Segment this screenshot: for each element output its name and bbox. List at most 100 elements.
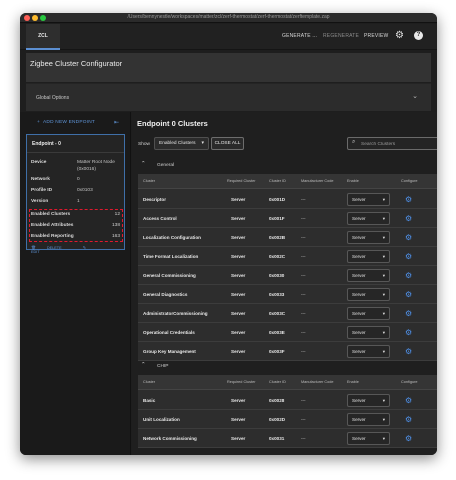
enable-select[interactable]: Server ▾	[347, 231, 390, 244]
chevron-down-icon[interactable]: ⌄	[412, 92, 418, 100]
required-cluster: Server	[231, 349, 246, 354]
enable-select[interactable]: Server ▾	[347, 307, 390, 320]
device-value: Matter Root Node (0x0016)	[77, 160, 115, 172]
enable-select[interactable]: Server ▾	[347, 345, 390, 358]
close-all-button[interactable]: CLOSE ALL	[211, 137, 244, 150]
cluster-name: Group Key Management	[143, 349, 196, 354]
required-cluster: Server	[231, 398, 246, 403]
profile-id-value: 0x0103	[77, 188, 93, 193]
search-input[interactable]	[361, 140, 435, 148]
enable-select[interactable]: Server ▾	[347, 288, 390, 301]
preview-button[interactable]: PREVIEW	[364, 33, 388, 39]
show-filter-select[interactable]: Enabled Clusters ▾	[154, 137, 209, 150]
table-header: Cluster Required Cluster Cluster ID Manufac…	[138, 375, 437, 390]
plus-icon: +	[37, 120, 41, 125]
column-header-cluster-id[interactable]: Cluster ID	[269, 179, 286, 183]
enable-value: Server	[352, 417, 366, 422]
caret-down-icon: ▾	[382, 216, 385, 221]
enabled-reporting-label: Enabled Reporting	[31, 234, 74, 239]
configure-gear-icon[interactable]: ⚙	[405, 347, 412, 356]
column-header-manufacturer[interactable]: Manufacturer Code	[301, 179, 334, 183]
enabled-reporting-count: 163	[111, 234, 120, 239]
manufacturer-code: ---	[301, 436, 306, 441]
enable-select[interactable]: Server ▾	[347, 269, 390, 282]
enable-select[interactable]: Server ▾	[347, 432, 390, 445]
global-options-panel[interactable]: Global Options ⌄	[26, 83, 431, 111]
endpoint-card[interactable]: Endpoint - 0 Device Matter Root Node (0x…	[26, 134, 125, 254]
cluster-name: AdministratorCommissioning	[143, 311, 208, 316]
caret-down-icon: ▾	[382, 398, 385, 403]
configure-gear-icon[interactable]: ⚙	[405, 328, 412, 337]
cluster-name: Basic	[143, 398, 156, 403]
configure-gear-icon[interactable]: ⚙	[405, 252, 412, 261]
cluster-table: Cluster Required Cluster Cluster ID Manufac…	[138, 174, 437, 361]
profile-id-label: Profile ID	[31, 188, 53, 193]
network-value: 0	[77, 177, 80, 182]
column-header-enable[interactable]: Enable	[347, 179, 359, 183]
tab-zcl[interactable]: ZCL	[26, 24, 60, 50]
caret-down-icon: ▾	[382, 349, 385, 354]
caret-down-icon: ▾	[382, 292, 385, 297]
manufacturer-code: ---	[301, 330, 306, 335]
regenerate-button[interactable]: REGENERATE	[323, 33, 359, 39]
section-name: CHIP	[157, 364, 169, 369]
chevron-up-icon[interactable]: ⌃	[141, 362, 146, 368]
column-header-manufacturer[interactable]: Manufacturer Code	[301, 380, 334, 384]
required-cluster: Server	[231, 292, 246, 297]
enable-select[interactable]: Server ▾	[347, 413, 390, 426]
chevron-up-icon[interactable]: ⌃	[141, 161, 146, 167]
enable-select[interactable]: Server ▾	[347, 250, 390, 263]
configure-gear-icon[interactable]: ⚙	[405, 396, 412, 405]
enable-select[interactable]: Server ▾	[347, 193, 390, 206]
gear-icon[interactable]: ⚙	[395, 31, 405, 41]
column-header-cluster[interactable]: Cluster	[143, 380, 155, 384]
collapse-sidebar-icon[interactable]: ⇤	[114, 119, 119, 126]
section-header[interactable]: ⌃ CHIP	[132, 360, 437, 373]
section-header[interactable]: ⌃ General	[132, 159, 437, 172]
manufacturer-code: ---	[301, 216, 306, 221]
column-header-cluster-id[interactable]: Cluster ID	[269, 380, 286, 384]
enable-value: Server	[352, 349, 366, 354]
table-row: Network Commissioning Server 0x0031 --- Serv…	[138, 429, 437, 448]
caret-down-icon: ▾	[382, 311, 385, 316]
add-endpoint-button[interactable]: + ADD NEW ENDPOINT	[37, 120, 95, 125]
enabled-attributes-count: 138	[111, 223, 120, 228]
manufacturer-code: ---	[301, 254, 306, 259]
manufacturer-code: ---	[301, 398, 306, 403]
configure-gear-icon[interactable]: ⚙	[405, 271, 412, 280]
caret-down-icon: ▾	[382, 273, 385, 278]
enable-select[interactable]: Server ▾	[347, 394, 390, 407]
cluster-name: General Diagnostics	[143, 292, 188, 297]
generate-button[interactable]: GENERATE ...	[282, 33, 317, 39]
column-header-configure[interactable]: Configure	[401, 179, 417, 183]
search-icon: ⌕	[352, 139, 356, 145]
section-name: General	[157, 163, 175, 168]
configure-gear-icon[interactable]: ⚙	[405, 214, 412, 223]
column-header-configure[interactable]: Configure	[401, 380, 417, 384]
cluster-id: 0x0030	[269, 273, 285, 278]
caret-down-icon: ▾	[382, 197, 385, 202]
configure-gear-icon[interactable]: ⚙	[405, 415, 412, 424]
page-title: Zigbee Cluster Configurator	[30, 59, 123, 68]
manufacturer-code: ---	[301, 417, 306, 422]
column-header-required[interactable]: Required Cluster	[227, 179, 256, 183]
table-row: AdministratorCommissioning Server 0x003C --…	[138, 304, 437, 323]
enable-select[interactable]: Server ▾	[347, 326, 390, 339]
cluster-id: 0x001F	[269, 216, 285, 221]
column-header-enable[interactable]: Enable	[347, 380, 359, 384]
help-icon[interactable]: ?	[414, 31, 423, 40]
app-toolbar: ZCL GENERATE ... REGENERATE PREVIEW ⚙ ?	[20, 24, 437, 50]
configure-gear-icon[interactable]: ⚙	[405, 434, 412, 443]
enable-value: Server	[352, 398, 366, 403]
column-header-cluster[interactable]: Cluster	[143, 179, 155, 183]
configure-gear-icon[interactable]: ⚙	[405, 290, 412, 299]
configure-gear-icon[interactable]: ⚙	[405, 309, 412, 318]
configure-gear-icon[interactable]: ⚙	[405, 195, 412, 204]
enable-select[interactable]: Server ▾	[347, 212, 390, 225]
table-row: General Commissioning Server 0x0030 --- Serv…	[138, 266, 437, 285]
configure-gear-icon[interactable]: ⚙	[405, 233, 412, 242]
pencil-icon: ✎	[82, 246, 86, 250]
search-box[interactable]: ⌕	[347, 137, 437, 150]
column-header-required[interactable]: Required Cluster	[227, 380, 256, 384]
endpoint-title: Endpoint - 0	[32, 141, 61, 147]
